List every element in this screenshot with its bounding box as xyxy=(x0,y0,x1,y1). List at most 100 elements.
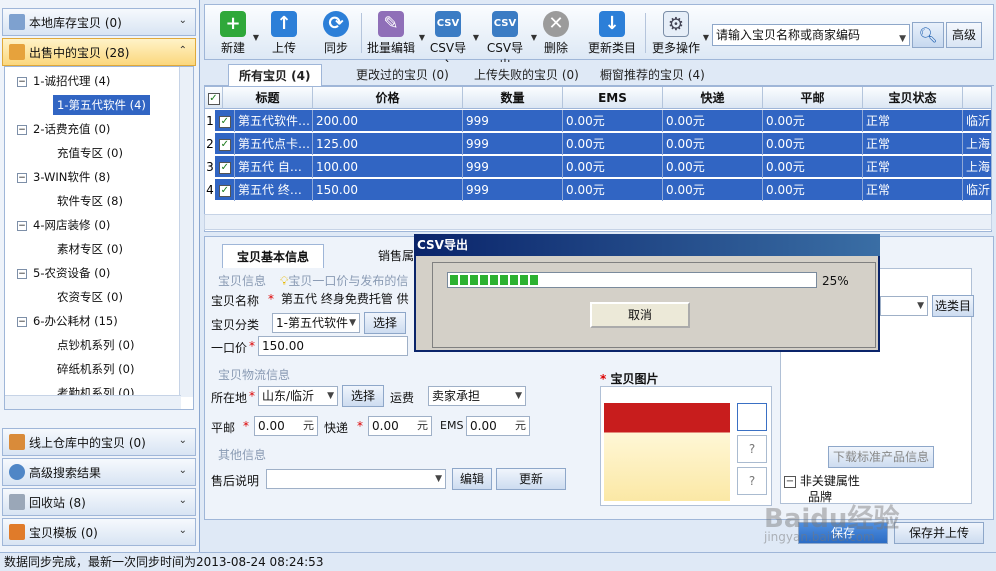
row-number: 1 xyxy=(205,110,215,132)
tree-label: 5-农资设备 (0) xyxy=(33,266,111,280)
ems-fee-field[interactable]: 0.00 元 xyxy=(466,416,530,436)
tree-category[interactable]: −5-农资设备 (0) xyxy=(17,263,110,283)
new-button[interactable]: + 新建 ▼ xyxy=(215,7,259,59)
location-select[interactable]: 山东/临沂 ▼ xyxy=(258,386,338,406)
tree-horizontal-scrollbar[interactable] xyxy=(5,395,181,409)
row-number-checkbox[interactable]: 2 ✓ xyxy=(205,133,235,155)
checkbox-icon[interactable]: ✓ xyxy=(218,184,231,197)
tree-subcategory[interactable]: 点钞机系列 (0) xyxy=(57,335,134,355)
export-progress-bar xyxy=(447,272,817,288)
location-select-button[interactable]: 选择 xyxy=(342,385,384,407)
table-horizontal-scrollbar[interactable] xyxy=(204,214,992,230)
tree-subcategory[interactable]: 素材专区 (0) xyxy=(57,239,123,259)
image-slot-3[interactable]: ? xyxy=(737,467,767,495)
column-header[interactable]: 快递 xyxy=(663,87,763,109)
collapse-icon[interactable]: − xyxy=(17,172,27,183)
collapse-icon[interactable]: − xyxy=(17,268,27,279)
collapse-icon[interactable]: − xyxy=(17,76,27,87)
advanced-button[interactable]: 高级 xyxy=(946,22,982,48)
sync-button[interactable]: ⟳ 同步 xyxy=(317,7,355,59)
dropdown-arrow-icon[interactable]: ▼ xyxy=(703,33,709,42)
category-select-button-right[interactable]: 选类目 xyxy=(932,295,974,317)
collapse-icon[interactable]: − xyxy=(17,124,27,135)
header-select-all[interactable]: ✓ xyxy=(205,87,223,109)
tab-failed-items[interactable]: 上传失败的宝贝 (0) xyxy=(464,64,589,86)
tab-changed-items[interactable]: 更改过的宝贝 (0) xyxy=(346,64,459,86)
recycle-header[interactable]: 回收站 (8) ⌄ xyxy=(2,488,196,516)
tree-category[interactable]: −3-WIN软件 (8) xyxy=(17,167,110,187)
advanced-search-header[interactable]: 高级搜索结果 ⌄ xyxy=(2,458,196,486)
edit-button[interactable]: 编辑 xyxy=(452,468,492,490)
dropdown-arrow-icon[interactable]: ▼ xyxy=(531,33,537,42)
row-number-checkbox[interactable]: 1 ✓ xyxy=(205,110,235,132)
csv-export-button[interactable]: CSV CSV导出 ▼ xyxy=(481,7,537,72)
tree-vertical-scrollbar[interactable] xyxy=(179,67,193,397)
image-slot-2[interactable]: ? xyxy=(737,435,767,463)
tree-category[interactable]: −2-话费充值 (0) xyxy=(17,119,110,139)
row-number-checkbox[interactable]: 3 ✓ xyxy=(205,156,235,178)
dropdown-arrow-icon[interactable]: ▼ xyxy=(473,33,479,42)
aftersale-select[interactable]: ▼ xyxy=(266,469,446,489)
tab-recommended-items[interactable]: 橱窗推荐的宝贝 (4) xyxy=(590,64,715,86)
column-header[interactable]: 平邮 xyxy=(763,87,863,109)
tree-subcategory[interactable]: 充值专区 (0) xyxy=(57,143,123,163)
item-name-field[interactable]: 第五代 终身免费托管 供 xyxy=(278,290,414,310)
chevron-down-icon[interactable]: ▼ xyxy=(899,29,906,45)
category-select-button[interactable]: 选择 xyxy=(364,312,406,334)
column-header[interactable]: 宝贝状态 xyxy=(863,87,963,109)
row-number-checkbox[interactable]: 4 ✓ xyxy=(205,179,235,201)
delete-button[interactable]: ✕ 删除 xyxy=(541,7,571,59)
tree-subcategory[interactable]: 碎纸机系列 (0) xyxy=(57,359,134,379)
column-header[interactable]: EMS xyxy=(563,87,663,109)
csv-import-button[interactable]: CSV CSV导入 ▼ xyxy=(425,7,479,72)
download-standard-button[interactable]: 下载标准产品信息 xyxy=(828,446,934,468)
column-header[interactable]: 价格 xyxy=(313,87,463,109)
tab-all-items[interactable]: 所有宝贝 (4) xyxy=(228,64,322,86)
non-key-attr-group[interactable]: − 非关键属性 xyxy=(784,472,860,489)
tab-basic-info[interactable]: 宝贝基本信息 xyxy=(222,244,325,268)
table-row[interactable]: 3 ✓ 第五代 自… 100.00 999 0.00元 0.00元 0.00元 正常 上海 xyxy=(205,156,991,178)
selling-header[interactable]: 出售中的宝贝 (28) ⌃ xyxy=(2,38,196,66)
table-row[interactable]: 4 ✓ 第五代 终… 150.00 999 0.00元 0.00元 0.00元 正常 临沂 xyxy=(205,179,991,201)
price-field[interactable]: 150.00 xyxy=(258,336,408,356)
express-fee-field[interactable]: 0.00 元 xyxy=(368,416,432,436)
refresh-button[interactable]: 更新 xyxy=(496,468,566,490)
tree-label: 农资专区 (0) xyxy=(57,290,123,304)
chevron-down-icon: ▼ xyxy=(327,391,334,401)
freight-select[interactable]: 卖家承担 ▼ xyxy=(428,386,526,406)
search-button[interactable]: 🔍︎ xyxy=(912,22,944,48)
table-row[interactable]: 1 ✓ 第五代软件… 200.00 999 0.00元 0.00元 0.00元 正常 临沂 xyxy=(205,110,991,132)
cancel-button[interactable]: 取消 xyxy=(590,302,690,328)
checkbox-icon[interactable]: ✓ xyxy=(218,138,231,151)
checkbox-icon[interactable]: ✓ xyxy=(218,115,231,128)
batch-edit-button[interactable]: ✎ 批量编辑 ▼ xyxy=(365,7,425,59)
product-thumbnail-main[interactable] xyxy=(604,403,730,501)
upload-button[interactable]: ↑ 上传 xyxy=(267,7,301,59)
warehouse-header[interactable]: 线上仓库中的宝贝 (0) ⌄ xyxy=(2,428,196,456)
template-header[interactable]: 宝贝模板 (0) ⌄ xyxy=(2,518,196,546)
post-fee-field[interactable]: 0.00 元 xyxy=(254,416,318,436)
dropdown-arrow-icon[interactable]: ▼ xyxy=(253,33,259,42)
column-header[interactable]: 标题 xyxy=(223,87,313,109)
update-category-button[interactable]: ↓ 更新类目 xyxy=(587,7,637,59)
checkbox-icon[interactable]: ✓ xyxy=(207,92,220,105)
category-select[interactable]: 1-第五代软件 ▼ xyxy=(272,313,360,333)
collapse-icon[interactable]: − xyxy=(17,316,27,327)
save-upload-button[interactable]: 保存并上传 xyxy=(894,522,984,544)
tree-category[interactable]: −4-网店装修 (0) xyxy=(17,215,110,235)
tree-category[interactable]: −6-办公耗材 (15) xyxy=(17,311,118,331)
tree-subcategory[interactable]: 软件专区 (8) xyxy=(57,191,123,211)
more-actions-button[interactable]: ⚙ 更多操作 ▼ xyxy=(651,7,709,59)
tree-subcategory[interactable]: 农资专区 (0) xyxy=(57,287,123,307)
column-header[interactable]: 数量 xyxy=(463,87,563,109)
table-row[interactable]: 2 ✓ 第五代点卡… 125.00 999 0.00元 0.00元 0.00元 正常 上海 xyxy=(205,133,991,155)
checkbox-icon[interactable]: ✓ xyxy=(218,161,231,174)
tree-category[interactable]: −1-诚招代理 (4) xyxy=(17,71,110,91)
collapse-icon[interactable]: − xyxy=(17,220,27,231)
image-slot-1[interactable] xyxy=(737,403,767,431)
search-input[interactable]: 请输入宝贝名称或商家编码 ▼ xyxy=(712,24,910,46)
local-stock-header[interactable]: 本地库存宝贝 (0) ⌄ xyxy=(2,8,196,36)
category-dropdown[interactable]: ▼ xyxy=(880,296,928,316)
tree-subcategory[interactable]: 1-第五代软件 (4) xyxy=(53,95,150,115)
price-hint: 💡︎宝贝一口价与发布的信 xyxy=(280,272,408,289)
